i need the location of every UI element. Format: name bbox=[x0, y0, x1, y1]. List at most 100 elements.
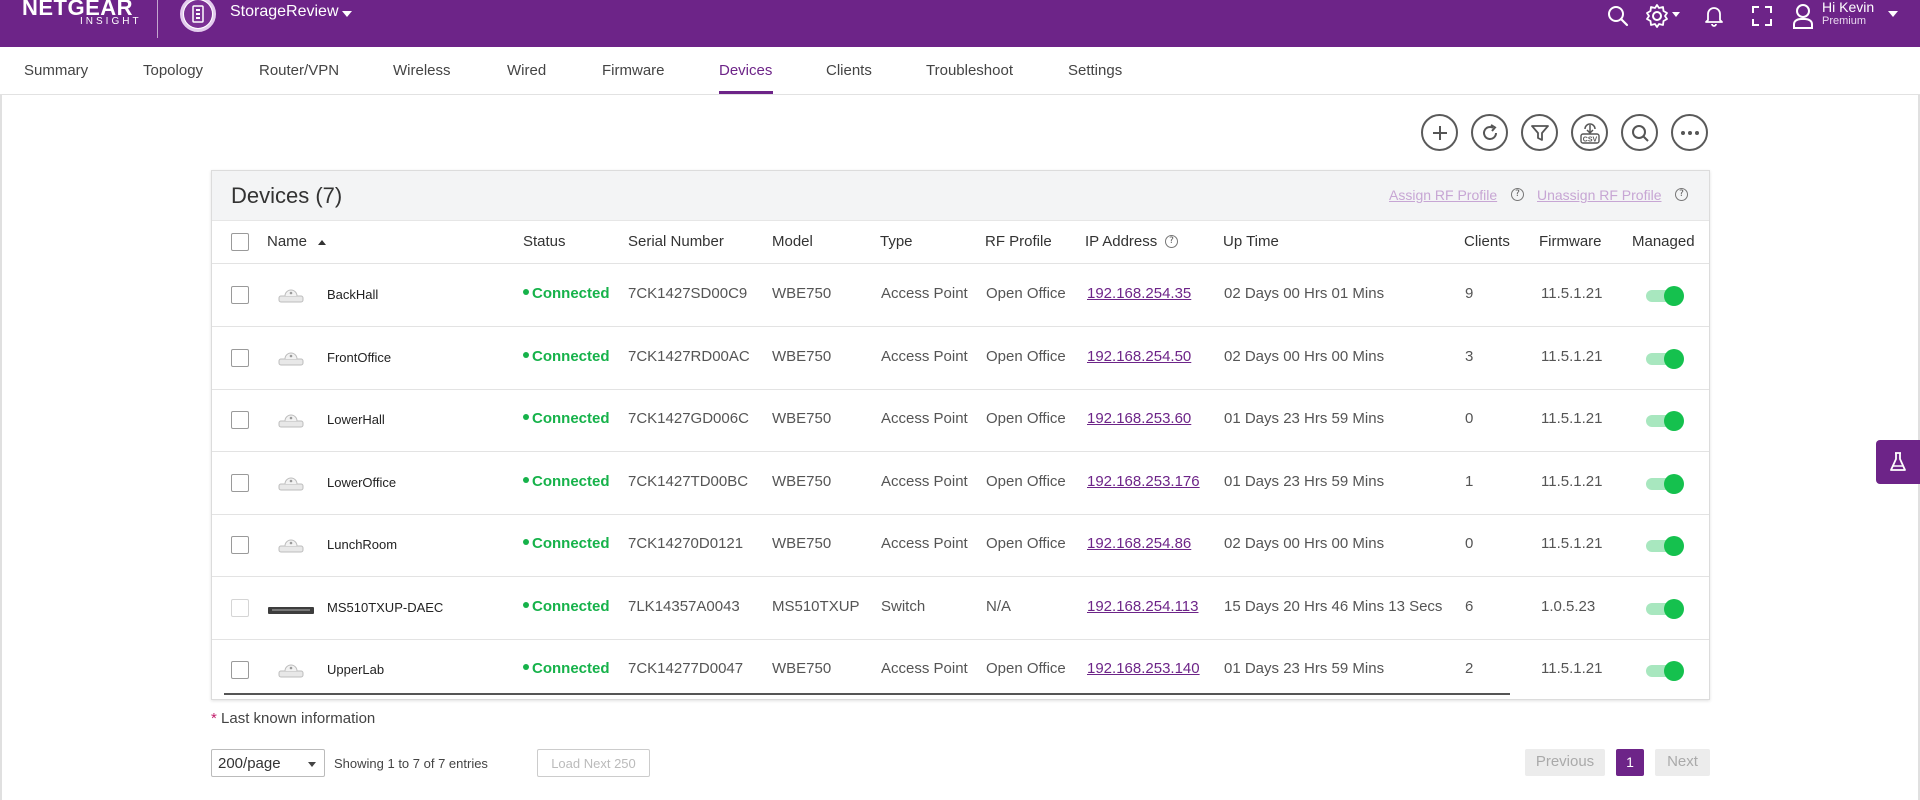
managed-toggle[interactable] bbox=[1646, 598, 1684, 619]
row-checkbox[interactable] bbox=[231, 411, 249, 429]
load-next-button[interactable]: Load Next 250 bbox=[537, 749, 650, 777]
assign-rf-profile-link[interactable]: Assign RF Profile bbox=[1389, 187, 1497, 203]
status-text: Connected bbox=[532, 535, 610, 552]
add-device-button[interactable] bbox=[1421, 114, 1458, 151]
filter-button[interactable] bbox=[1521, 114, 1558, 151]
more-options-button[interactable] bbox=[1671, 114, 1708, 151]
device-firmware: 11.5.1.21 bbox=[1541, 535, 1603, 552]
refresh-button[interactable] bbox=[1471, 114, 1508, 151]
device-model: WBE750 bbox=[772, 535, 832, 552]
managed-toggle[interactable] bbox=[1646, 411, 1684, 431]
row-checkbox[interactable] bbox=[231, 348, 249, 367]
column-header-rf-profile[interactable]: RF Profile bbox=[985, 233, 1052, 250]
device-clients: 9 bbox=[1465, 285, 1474, 302]
tab-troubleshoot[interactable]: Troubleshoot bbox=[926, 62, 1013, 79]
column-header-name[interactable]: Name bbox=[267, 233, 307, 250]
managed-toggle[interactable] bbox=[1646, 473, 1684, 494]
previous-page-button[interactable]: Previous bbox=[1525, 749, 1605, 776]
chevron-down-icon[interactable] bbox=[1888, 11, 1898, 17]
column-header-serial[interactable]: Serial Number bbox=[628, 233, 724, 250]
user-greeting[interactable]: Hi Kevin bbox=[1822, 0, 1874, 14]
search-button[interactable] bbox=[1621, 114, 1658, 151]
tab-wired[interactable]: Wired bbox=[507, 62, 546, 79]
column-header-managed[interactable]: Managed bbox=[1632, 233, 1695, 250]
labs-flask-button[interactable] bbox=[1876, 440, 1920, 484]
row-checkbox[interactable] bbox=[231, 598, 249, 617]
row-checkbox[interactable] bbox=[231, 536, 249, 554]
bell-icon[interactable] bbox=[1700, 2, 1728, 30]
managed-toggle[interactable] bbox=[1646, 286, 1684, 306]
device-ip-link[interactable]: 192.168.254.35 bbox=[1087, 285, 1191, 302]
help-icon[interactable]: ? bbox=[1165, 235, 1178, 248]
device-clients: 6 bbox=[1465, 597, 1474, 615]
device-ip-link[interactable]: 192.168.254.50 bbox=[1087, 348, 1191, 365]
table-row[interactable]: BackHall Connected 7CK1427SD00C9 WBE750 Acce… bbox=[212, 264, 1709, 327]
device-uptime: 02 Days 00 Hrs 01 Mins bbox=[1224, 285, 1385, 302]
device-ip-link[interactable]: 192.168.254.86 bbox=[1087, 535, 1191, 552]
select-all-checkbox[interactable] bbox=[231, 233, 249, 251]
page-size-select[interactable]: 200/page bbox=[211, 749, 325, 777]
device-uptime: 01 Days 23 Hrs 59 Mins bbox=[1224, 410, 1385, 427]
device-ip-link[interactable]: 192.168.254.113 bbox=[1087, 598, 1199, 615]
column-header-type[interactable]: Type bbox=[880, 233, 913, 250]
row-checkbox[interactable] bbox=[231, 286, 249, 304]
chevron-down-icon[interactable] bbox=[342, 11, 352, 17]
device-rf-profile: Open Office bbox=[986, 347, 1066, 365]
chevron-down-icon[interactable] bbox=[1672, 12, 1680, 17]
tab-clients[interactable]: Clients bbox=[826, 62, 872, 79]
organization-icon[interactable] bbox=[180, 0, 216, 32]
managed-toggle[interactable] bbox=[1646, 348, 1684, 369]
unassign-rf-profile-link[interactable]: Unassign RF Profile bbox=[1537, 187, 1662, 203]
column-header-ip[interactable]: IP Address bbox=[1085, 233, 1157, 250]
search-icon bbox=[1631, 124, 1649, 142]
help-icon[interactable]: ? bbox=[1511, 188, 1524, 201]
table-row[interactable]: MS510TXUP-DAEC Connected 7LK14357A0043 MS51… bbox=[212, 577, 1709, 640]
device-serial: 7CK1427GD006C bbox=[628, 410, 749, 427]
organization-name[interactable]: StorageReview bbox=[230, 3, 339, 21]
device-status: Connected bbox=[523, 535, 610, 552]
device-ip-link[interactable]: 192.168.253.176 bbox=[1087, 473, 1200, 490]
row-checkbox[interactable] bbox=[231, 473, 249, 492]
tab-summary[interactable]: Summary bbox=[24, 62, 88, 79]
column-header-clients[interactable]: Clients bbox=[1464, 233, 1510, 250]
tab-devices[interactable]: Devices bbox=[719, 62, 772, 79]
column-header-model[interactable]: Model bbox=[772, 233, 813, 250]
managed-toggle[interactable] bbox=[1646, 661, 1684, 681]
column-header-firmware[interactable]: Firmware bbox=[1539, 233, 1602, 250]
table-row[interactable]: LowerOffice Connected 7CK1427TD00BC WBE750 A… bbox=[212, 452, 1709, 515]
tab-settings[interactable]: Settings bbox=[1068, 62, 1122, 79]
table-row[interactable]: LowerHall Connected 7CK1427GD006C WBE750 Acc… bbox=[212, 389, 1709, 452]
managed-toggle[interactable] bbox=[1646, 536, 1684, 556]
column-header-uptime[interactable]: Up Time bbox=[1223, 233, 1279, 250]
table-row[interactable]: UpperLab Connected 7CK14277D0047 WBE750 Acce… bbox=[212, 639, 1709, 701]
table-row[interactable]: FrontOffice Connected 7CK1427RD00AC WBE750 A… bbox=[212, 327, 1709, 390]
csv-download-button[interactable]: CSV bbox=[1571, 114, 1608, 151]
device-ip-link[interactable]: 192.168.253.60 bbox=[1087, 410, 1191, 427]
next-page-button[interactable]: Next bbox=[1655, 749, 1710, 776]
tab-topology[interactable]: Topology bbox=[143, 62, 203, 79]
device-uptime: 01 Days 23 Hrs 59 Mins bbox=[1224, 660, 1385, 677]
flask-icon bbox=[1890, 452, 1906, 471]
netgear-insight-logo[interactable]: NETGEAR INSIGHT bbox=[22, 0, 140, 30]
device-ip-link[interactable]: 192.168.253.140 bbox=[1087, 660, 1200, 677]
toggle-knob bbox=[1664, 348, 1684, 369]
column-header-status[interactable]: Status bbox=[523, 233, 566, 250]
gear-icon[interactable] bbox=[1643, 2, 1671, 30]
tab-router-vpn[interactable]: Router/VPN bbox=[259, 62, 339, 79]
device-name: BackHall bbox=[327, 287, 379, 302]
device-model: WBE750 bbox=[772, 410, 832, 427]
device-serial: 7CK1427SD00C9 bbox=[628, 285, 748, 302]
search-icon[interactable] bbox=[1604, 2, 1632, 30]
tab-wireless[interactable]: Wireless bbox=[393, 62, 451, 79]
horizontal-scrollbar[interactable] bbox=[224, 693, 1510, 695]
row-checkbox[interactable] bbox=[231, 661, 249, 679]
help-icon[interactable]: ? bbox=[1675, 188, 1688, 201]
current-page-button[interactable]: 1 bbox=[1616, 749, 1644, 776]
status-text: Connected bbox=[532, 472, 610, 490]
fullscreen-icon[interactable] bbox=[1748, 2, 1776, 30]
table-row[interactable]: LunchRoom Connected 7CK14270D0121 WBE750 Acc… bbox=[212, 514, 1709, 577]
tab-firmware[interactable]: Firmware bbox=[602, 62, 665, 79]
sort-ascending-icon[interactable] bbox=[318, 240, 326, 245]
device-type: Access Point bbox=[881, 285, 968, 302]
user-icon[interactable] bbox=[1789, 2, 1817, 30]
